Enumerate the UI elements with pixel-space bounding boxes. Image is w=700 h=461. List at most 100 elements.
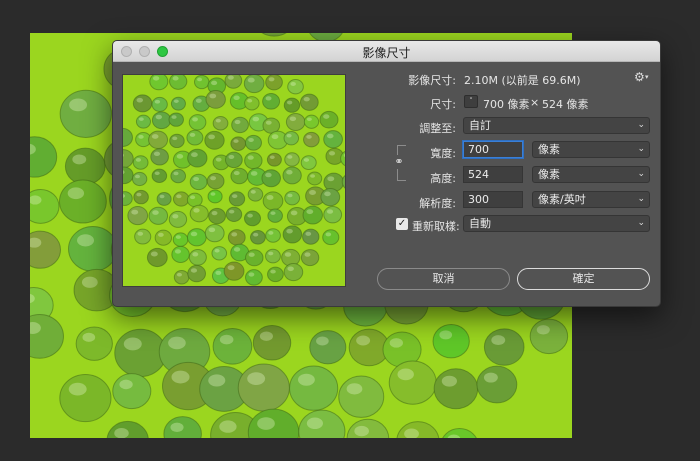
- plum-shape: [283, 131, 300, 146]
- plum-shape: [170, 96, 186, 111]
- resample-checkbox[interactable]: ✓: [396, 218, 408, 230]
- width-unit-select[interactable]: 像素 ⌄: [532, 141, 650, 158]
- plum-shape: [189, 173, 208, 191]
- image-size-label: 影像尺寸:: [408, 74, 456, 87]
- plum-highlight: [247, 98, 253, 103]
- plum-shape: [186, 228, 207, 247]
- plum-highlight: [214, 248, 220, 253]
- plum-shape: [132, 155, 149, 170]
- plum-shape: [208, 207, 226, 225]
- plum-highlight: [171, 370, 190, 384]
- plum-highlight: [303, 158, 310, 162]
- plum-shape: [261, 169, 281, 188]
- plum-shape: [123, 166, 134, 185]
- gear-icon[interactable]: ⚙: [634, 70, 645, 84]
- height-input[interactable]: 524: [463, 166, 523, 183]
- resolution-unit-select[interactable]: 像素/英吋 ⌄: [532, 191, 650, 208]
- plum-highlight: [289, 116, 297, 122]
- plum-shape: [323, 205, 343, 224]
- plum-shape: [186, 129, 204, 146]
- plum-highlight: [305, 231, 312, 236]
- plum-shape: [303, 114, 320, 129]
- ok-button[interactable]: 確定: [517, 268, 650, 290]
- plum-highlight: [208, 134, 215, 140]
- plum-highlight: [233, 247, 241, 252]
- plum-shape: [148, 206, 169, 225]
- resample-value: 自動: [469, 217, 491, 230]
- plum-shape: [146, 247, 168, 268]
- image-size-value: 2.10M (以前是 69.6M): [464, 74, 581, 87]
- plum-highlight: [324, 191, 331, 197]
- plum-shape: [244, 96, 260, 111]
- dimensions-height-value: 524 像素: [542, 98, 589, 111]
- plum-shape: [267, 266, 284, 283]
- plum-shape: [170, 168, 187, 184]
- plum-shape: [225, 151, 243, 169]
- plum-shape: [205, 89, 226, 109]
- plum-shape: [30, 313, 64, 359]
- cancel-button[interactable]: 取消: [377, 268, 510, 290]
- plum-shape: [156, 191, 172, 206]
- plum-highlight: [233, 170, 240, 176]
- width-input[interactable]: 700: [463, 141, 523, 158]
- plum-highlight: [209, 93, 217, 99]
- dialog-titlebar[interactable]: 影像尺寸: [113, 41, 660, 62]
- plum-highlight: [266, 195, 274, 200]
- plum-shape: [245, 249, 264, 267]
- resample-select[interactable]: 自動 ⌄: [463, 215, 650, 232]
- plum-shape: [284, 190, 301, 206]
- plum-shape: [172, 232, 189, 247]
- plum-highlight: [290, 82, 296, 86]
- plum-shape: [173, 270, 190, 285]
- fit-to-select[interactable]: 自訂 ⌄: [463, 117, 650, 134]
- plum-highlight: [310, 174, 316, 178]
- plum-highlight: [326, 133, 334, 139]
- plum-shape: [433, 368, 479, 410]
- checkmark-icon: ✓: [397, 218, 407, 229]
- plum-shape: [476, 365, 518, 404]
- plum-shape: [237, 363, 290, 412]
- plum-highlight: [191, 152, 198, 158]
- plum-shape: [169, 75, 188, 90]
- plum-highlight: [158, 232, 164, 237]
- plum-highlight: [227, 265, 235, 271]
- plum-shape: [151, 96, 168, 112]
- dimensions-width-value: 700 像素: [483, 98, 530, 111]
- plum-highlight: [233, 139, 239, 143]
- plum-highlight: [219, 420, 237, 433]
- image-preview[interactable]: [122, 74, 346, 287]
- plum-highlight: [248, 137, 254, 142]
- plum-highlight: [325, 232, 332, 237]
- plum-highlight: [137, 231, 144, 236]
- plum-shape: [307, 171, 323, 186]
- plum-highlight: [250, 171, 258, 176]
- plum-shape: [338, 375, 385, 418]
- plum-highlight: [211, 211, 218, 216]
- preview-plums-photo: [123, 75, 345, 286]
- plum-shape: [154, 229, 173, 246]
- plum-highlight: [136, 97, 144, 103]
- plum-shape: [206, 172, 225, 190]
- dimensions-unit-dropdown[interactable]: ˅: [464, 95, 478, 108]
- plum-shape: [188, 248, 207, 266]
- plum-highlight: [234, 119, 241, 125]
- plum-shape: [320, 188, 341, 207]
- plum-shape: [194, 75, 210, 90]
- plum-highlight: [168, 336, 186, 350]
- plum-highlight: [192, 252, 199, 257]
- plum-highlight: [250, 190, 256, 194]
- plum-highlight: [153, 151, 161, 156]
- plum-highlight: [248, 252, 255, 257]
- plum-highlight: [284, 252, 292, 257]
- plum-shape: [529, 318, 569, 355]
- resolution-input[interactable]: 300: [463, 191, 523, 208]
- plum-shape: [171, 245, 190, 264]
- plum-shape: [75, 326, 113, 361]
- plum-shape: [188, 114, 207, 131]
- plum-shape: [68, 226, 118, 272]
- plum-highlight: [195, 98, 202, 103]
- plum-highlight: [189, 195, 196, 200]
- plum-shape: [211, 246, 228, 261]
- height-unit-select[interactable]: 像素 ⌄: [532, 166, 650, 183]
- plum-shape: [230, 136, 247, 151]
